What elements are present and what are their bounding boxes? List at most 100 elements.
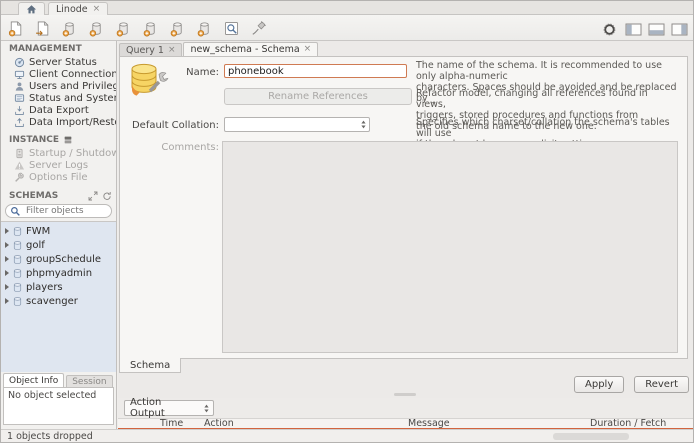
horizontal-scrollbar-thumb[interactable] xyxy=(553,433,629,440)
create-view-icon xyxy=(115,20,132,37)
sidebar-item-users-and-privileges[interactable]: Users and Privileges xyxy=(1,80,116,92)
editor-tab-label: Query 1 xyxy=(126,45,164,56)
new-query-tab-icon xyxy=(7,20,24,37)
mysql-workbench-window: Linode × MANAGEMENT Server StatusClient … xyxy=(0,0,694,443)
schema-item-phpmyadmin[interactable]: phpmyadmin xyxy=(1,266,116,280)
output-table-header: TimeActionMessageDuration / Fetch xyxy=(118,418,693,428)
sidebar-item-options-file[interactable]: Options File xyxy=(1,171,116,183)
server-logs-icon xyxy=(14,160,25,171)
navigator-sidebar: MANAGEMENT Server StatusClient Connectio… xyxy=(1,41,117,429)
editor-tab-query-1[interactable]: Query 1 × xyxy=(119,43,182,56)
action-output-panel: Action Output TimeActionMessageDuration … xyxy=(118,398,693,431)
sysvars-icon xyxy=(14,93,25,104)
toggle-bottom-panel-button[interactable] xyxy=(647,22,665,36)
sidebar-item-server-logs[interactable]: Server Logs xyxy=(1,159,116,171)
new-query-tab-button[interactable] xyxy=(5,18,25,38)
startup-icon xyxy=(14,148,25,159)
toggle-left-panel-button[interactable] xyxy=(624,22,642,36)
editor-tab-new-schema-schema[interactable]: new_schema - Schema× xyxy=(183,42,318,56)
create-table-button[interactable] xyxy=(86,18,106,38)
apply-button[interactable]: Apply xyxy=(574,376,624,393)
sidebar-item-status-and-system-variables[interactable]: Status and System Variables xyxy=(1,92,116,104)
object-info-panel: No object selected xyxy=(3,387,114,425)
sidebar-item-data-export[interactable]: Data Export xyxy=(1,104,116,116)
name-label: Name: xyxy=(120,67,219,78)
editor-tabs: Query 1×new_schema - Schema× xyxy=(119,42,318,56)
schema-item-icon xyxy=(12,268,23,279)
toolbar-right-icons xyxy=(599,19,688,39)
home-icon xyxy=(26,4,37,15)
main-toolbar xyxy=(1,15,693,41)
search-icon xyxy=(10,206,21,217)
schema-bottom-tab-label: Schema xyxy=(130,360,170,371)
expander-icon[interactable] xyxy=(5,284,9,290)
schema-item-icon xyxy=(12,296,23,307)
connection-tab-label: Linode xyxy=(56,4,88,15)
create-schema-button[interactable] xyxy=(59,18,79,38)
schema-item-label: golf xyxy=(26,240,45,251)
sidebar-item-client-connections[interactable]: Client Connections xyxy=(1,68,116,80)
output-selector-label: Action Output xyxy=(130,397,199,419)
tab-session[interactable]: Session xyxy=(66,375,112,387)
expander-icon[interactable] xyxy=(5,298,9,304)
output-selector[interactable]: Action Output xyxy=(124,400,214,416)
instance-items: Startup / ShutdownServer LogsOptions Fil… xyxy=(1,147,116,183)
expander-icon[interactable] xyxy=(5,228,9,234)
connection-tab-linode[interactable]: Linode × xyxy=(48,2,108,15)
sidebar-item-server-status[interactable]: Server Status xyxy=(1,56,116,68)
main-area: Query 1×new_schema - Schema× Name: The n… xyxy=(118,41,693,429)
schema-item-golf[interactable]: golf xyxy=(1,238,116,252)
schema-item-scavenger[interactable]: scavenger xyxy=(1,294,116,308)
schema-item-fwm[interactable]: FWM xyxy=(1,224,116,238)
schema-item-groupschedule[interactable]: groupSchedule xyxy=(1,252,116,266)
collation-combobox[interactable] xyxy=(224,117,370,132)
open-sql-script-button[interactable] xyxy=(32,18,52,38)
create-event-button[interactable] xyxy=(194,18,214,38)
schema-item-icon xyxy=(12,240,23,251)
create-function-button[interactable] xyxy=(167,18,187,38)
server-status-icon xyxy=(14,57,25,68)
schema-bottom-tab[interactable]: Schema xyxy=(119,358,181,373)
refresh-schemas-icon[interactable] xyxy=(102,191,112,201)
comments-textarea[interactable] xyxy=(222,141,678,353)
create-table-icon xyxy=(88,20,105,37)
sidebar-item-label: Startup / Shutdown xyxy=(29,148,116,159)
preferences-button[interactable] xyxy=(599,19,619,39)
expander-icon[interactable] xyxy=(5,270,9,276)
schema-item-icon xyxy=(12,282,23,293)
sidebar-item-label: Data Import/Restore xyxy=(29,117,116,128)
close-icon[interactable]: × xyxy=(304,45,312,54)
management-items: Server StatusClient ConnectionsUsers and… xyxy=(1,56,116,128)
schema-filter-input[interactable] xyxy=(24,205,107,217)
expand-panel-icon[interactable] xyxy=(88,191,98,201)
status-bar: 1 objects dropped xyxy=(1,429,693,442)
create-view-button[interactable] xyxy=(113,18,133,38)
instance-section-header: INSTANCE xyxy=(1,132,116,147)
toggle-right-panel-button[interactable] xyxy=(670,22,688,36)
home-tab[interactable] xyxy=(18,2,45,15)
schema-item-players[interactable]: players xyxy=(1,280,116,294)
expander-icon[interactable] xyxy=(5,242,9,248)
schema-item-label: FWM xyxy=(26,226,50,237)
sidebar-item-label: Server Status xyxy=(29,57,97,68)
panel-splitter-handle[interactable] xyxy=(394,393,416,396)
revert-button[interactable]: Revert xyxy=(634,376,689,393)
schema-name-input[interactable] xyxy=(224,64,407,78)
tab-object-info[interactable]: Object Info xyxy=(3,373,64,387)
reconnect-dbms-button[interactable] xyxy=(248,18,268,38)
schema-item-icon xyxy=(12,226,23,237)
close-icon[interactable]: × xyxy=(93,5,101,14)
expander-icon[interactable] xyxy=(5,256,9,262)
create-procedure-button[interactable] xyxy=(140,18,160,38)
schema-list: FWM golfgroupSchedulephpmyadminplayerssca… xyxy=(1,221,116,372)
search-objects-button[interactable] xyxy=(221,18,241,38)
toggle-right-panel-icon xyxy=(671,23,688,36)
close-icon[interactable]: × xyxy=(168,46,176,55)
schema-item-icon xyxy=(12,254,23,265)
preferences-icon xyxy=(603,23,616,36)
sidebar-item-startup-shutdown[interactable]: Startup / Shutdown xyxy=(1,147,116,159)
data-export-icon xyxy=(14,105,25,116)
rename-references-button[interactable]: Rename References xyxy=(224,88,412,105)
sidebar-item-data-import-restore[interactable]: Data Import/Restore xyxy=(1,116,116,128)
object-info-tabs: Object InfoSession xyxy=(1,372,116,387)
